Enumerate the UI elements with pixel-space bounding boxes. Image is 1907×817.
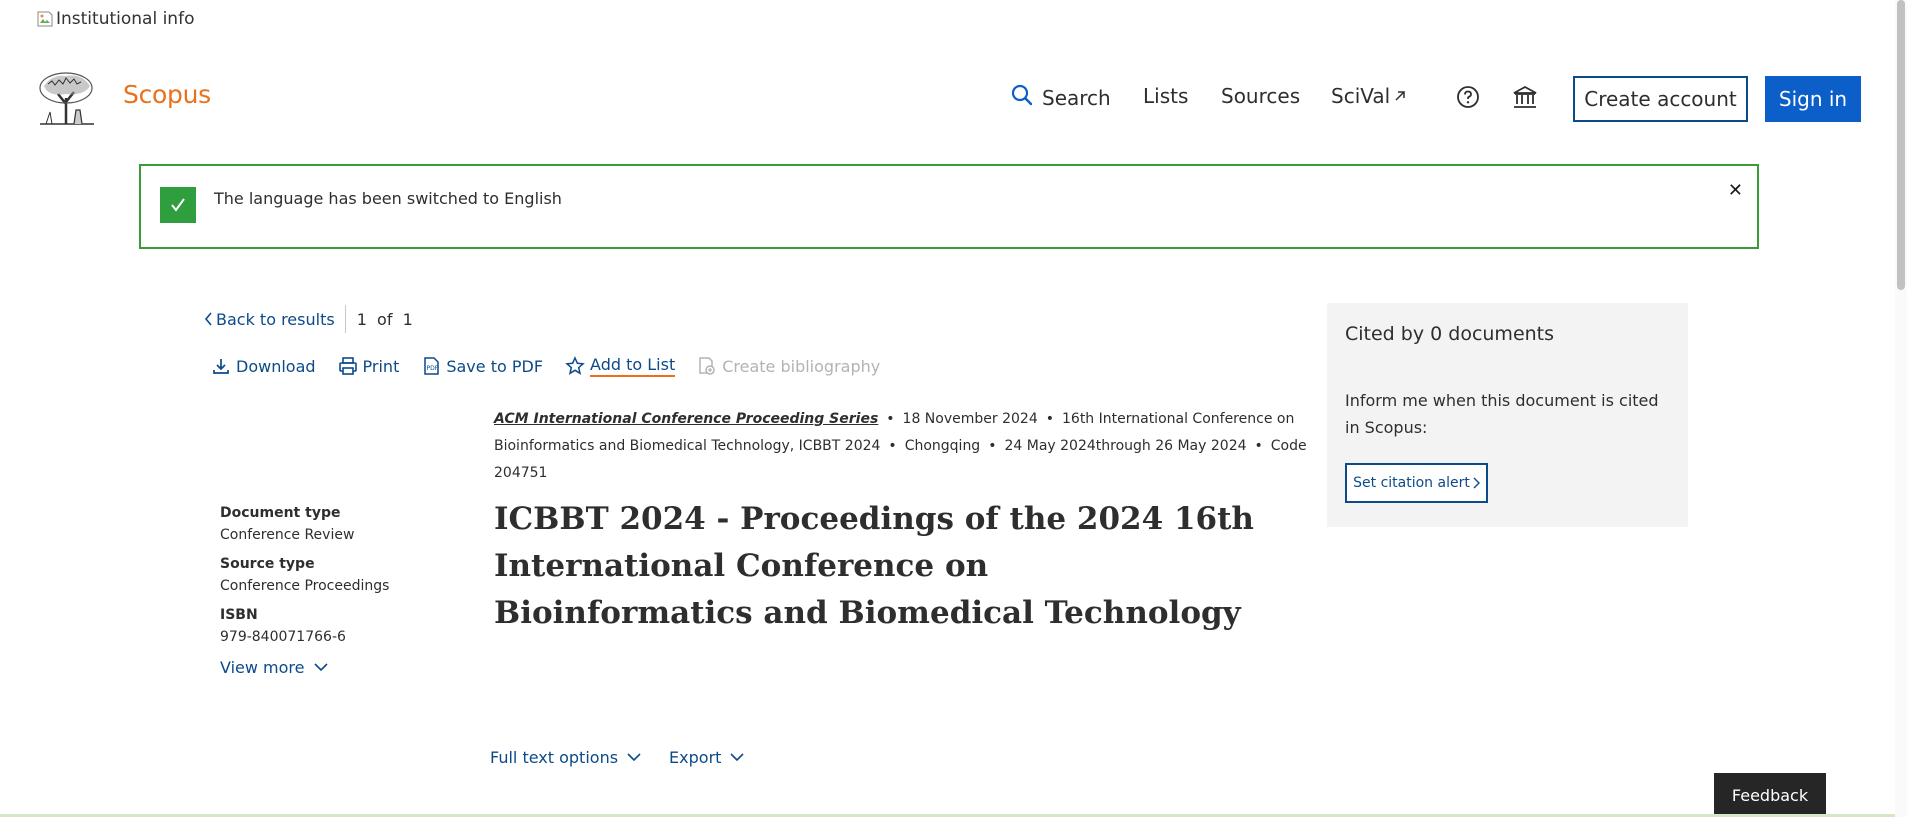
save-to-pdf-button[interactable]: PDF Save to PDF bbox=[421, 356, 543, 376]
nav-scival-label: SciVal bbox=[1331, 84, 1391, 108]
create-bibliography-button[interactable]: Create bibliography bbox=[697, 356, 880, 376]
cited-by-title: Cited by 0 documents bbox=[1345, 323, 1555, 345]
source-type-label: Source type bbox=[220, 556, 315, 572]
scrollbar[interactable] bbox=[1895, 0, 1907, 817]
view-more-button[interactable]: View more bbox=[220, 658, 450, 677]
site-header: Scopus Search Lists Sources SciVal Creat… bbox=[0, 62, 1895, 132]
pdf-icon: PDF bbox=[424, 357, 440, 375]
document-type-value: Conference Review bbox=[220, 527, 355, 543]
document-actions: Download Print PDF Save to PDF Add to Li… bbox=[211, 355, 902, 377]
nav-search[interactable]: Search bbox=[1011, 84, 1111, 111]
institutional-info[interactable]: Institutional info bbox=[36, 9, 194, 29]
view-more-label: View more bbox=[220, 658, 305, 677]
document-type-label: Document type bbox=[220, 505, 341, 521]
results-navigation: Back to results 1 of 1 bbox=[204, 305, 413, 333]
bibliography-icon bbox=[699, 357, 715, 375]
checkmark-icon bbox=[160, 187, 196, 223]
separator-dot: • bbox=[1254, 438, 1263, 454]
separator-dot: • bbox=[988, 438, 997, 454]
export-label: Export bbox=[669, 748, 722, 767]
search-icon bbox=[1011, 84, 1033, 111]
elsevier-logo[interactable] bbox=[36, 70, 97, 126]
feedback-button[interactable]: Feedback bbox=[1714, 773, 1826, 817]
divider bbox=[344, 305, 346, 333]
cited-by-panel: Cited by 0 documents Inform me when this… bbox=[1327, 303, 1688, 527]
full-text-options-button[interactable]: Full text options bbox=[490, 748, 641, 767]
star-icon bbox=[565, 356, 585, 375]
chevron-left-icon bbox=[204, 312, 212, 326]
separator-dot: • bbox=[888, 438, 897, 454]
export-button[interactable]: Export bbox=[669, 748, 744, 767]
document-metadata: Document type Conference Review Source t… bbox=[220, 505, 450, 677]
save-to-pdf-label: Save to PDF bbox=[446, 356, 544, 376]
add-to-list-button[interactable]: Add to List bbox=[565, 355, 676, 377]
set-citation-alert-button[interactable]: Set citation alert bbox=[1345, 463, 1488, 503]
nav-sources[interactable]: Sources bbox=[1221, 84, 1300, 108]
source-series-link[interactable]: ACM International Conference Proceeding … bbox=[494, 411, 878, 427]
nav-search-label: Search bbox=[1042, 85, 1111, 110]
back-to-results-label: Back to results bbox=[216, 309, 335, 329]
document-title: ICBBT 2024 - Proceedings of the 2024 16t… bbox=[494, 501, 1254, 631]
publication-date: 18 November 2024 bbox=[902, 411, 1038, 427]
download-icon bbox=[213, 359, 229, 374]
institutional-info-alt: Institutional info bbox=[56, 9, 195, 29]
nav-lists[interactable]: Lists bbox=[1143, 84, 1188, 108]
help-icon[interactable] bbox=[1455, 84, 1481, 110]
download-button[interactable]: Download bbox=[211, 356, 316, 376]
separator-dot: • bbox=[1045, 411, 1054, 427]
close-icon[interactable]: ✕ bbox=[1728, 180, 1743, 201]
print-icon bbox=[338, 357, 357, 375]
banner-message: The language has been switched to Englis… bbox=[214, 189, 562, 208]
source-type-value: Conference Proceedings bbox=[220, 578, 390, 594]
result-pager: 1 of 1 bbox=[356, 309, 413, 329]
language-banner: The language has been switched to Englis… bbox=[139, 164, 1759, 249]
sign-in-button[interactable]: Sign in bbox=[1765, 76, 1861, 122]
chevron-down-icon bbox=[313, 663, 328, 672]
chevron-down-icon bbox=[627, 753, 641, 762]
isbn-label: ISBN bbox=[220, 607, 258, 623]
chevron-down-icon bbox=[730, 753, 744, 762]
source-info: ACM International Conference Proceeding … bbox=[494, 406, 1314, 487]
broken-image-icon bbox=[36, 10, 54, 28]
back-to-results-link[interactable]: Back to results bbox=[204, 310, 335, 329]
conference-location: Chongqing bbox=[904, 438, 981, 454]
institution-icon[interactable] bbox=[1512, 84, 1538, 110]
add-to-list-label: Add to List bbox=[590, 355, 676, 377]
create-account-button[interactable]: Create account bbox=[1573, 76, 1748, 122]
scopus-brand[interactable]: Scopus bbox=[123, 80, 211, 109]
external-link-icon bbox=[1393, 84, 1407, 108]
svg-text:PDF: PDF bbox=[427, 365, 439, 372]
download-label: Download bbox=[236, 356, 316, 376]
cited-by-description: Inform me when this document is cited in… bbox=[1345, 391, 1659, 437]
full-text-options-label: Full text options bbox=[490, 748, 619, 767]
print-label: Print bbox=[362, 356, 400, 376]
separator-dot: • bbox=[886, 411, 895, 427]
chevron-right-icon bbox=[1473, 477, 1480, 489]
set-citation-alert-label: Set citation alert bbox=[1353, 475, 1470, 491]
document-options: Full text options Export bbox=[490, 748, 772, 767]
isbn-value: 979-840071766-6 bbox=[220, 629, 346, 645]
nav-scival[interactable]: SciVal bbox=[1331, 84, 1407, 108]
conference-dates: 24 May 2024through 26 May 2024 bbox=[1004, 438, 1247, 454]
scrollbar-thumb[interactable] bbox=[1897, 0, 1905, 290]
create-bibliography-label: Create bibliography bbox=[722, 356, 881, 376]
print-button[interactable]: Print bbox=[338, 356, 400, 376]
